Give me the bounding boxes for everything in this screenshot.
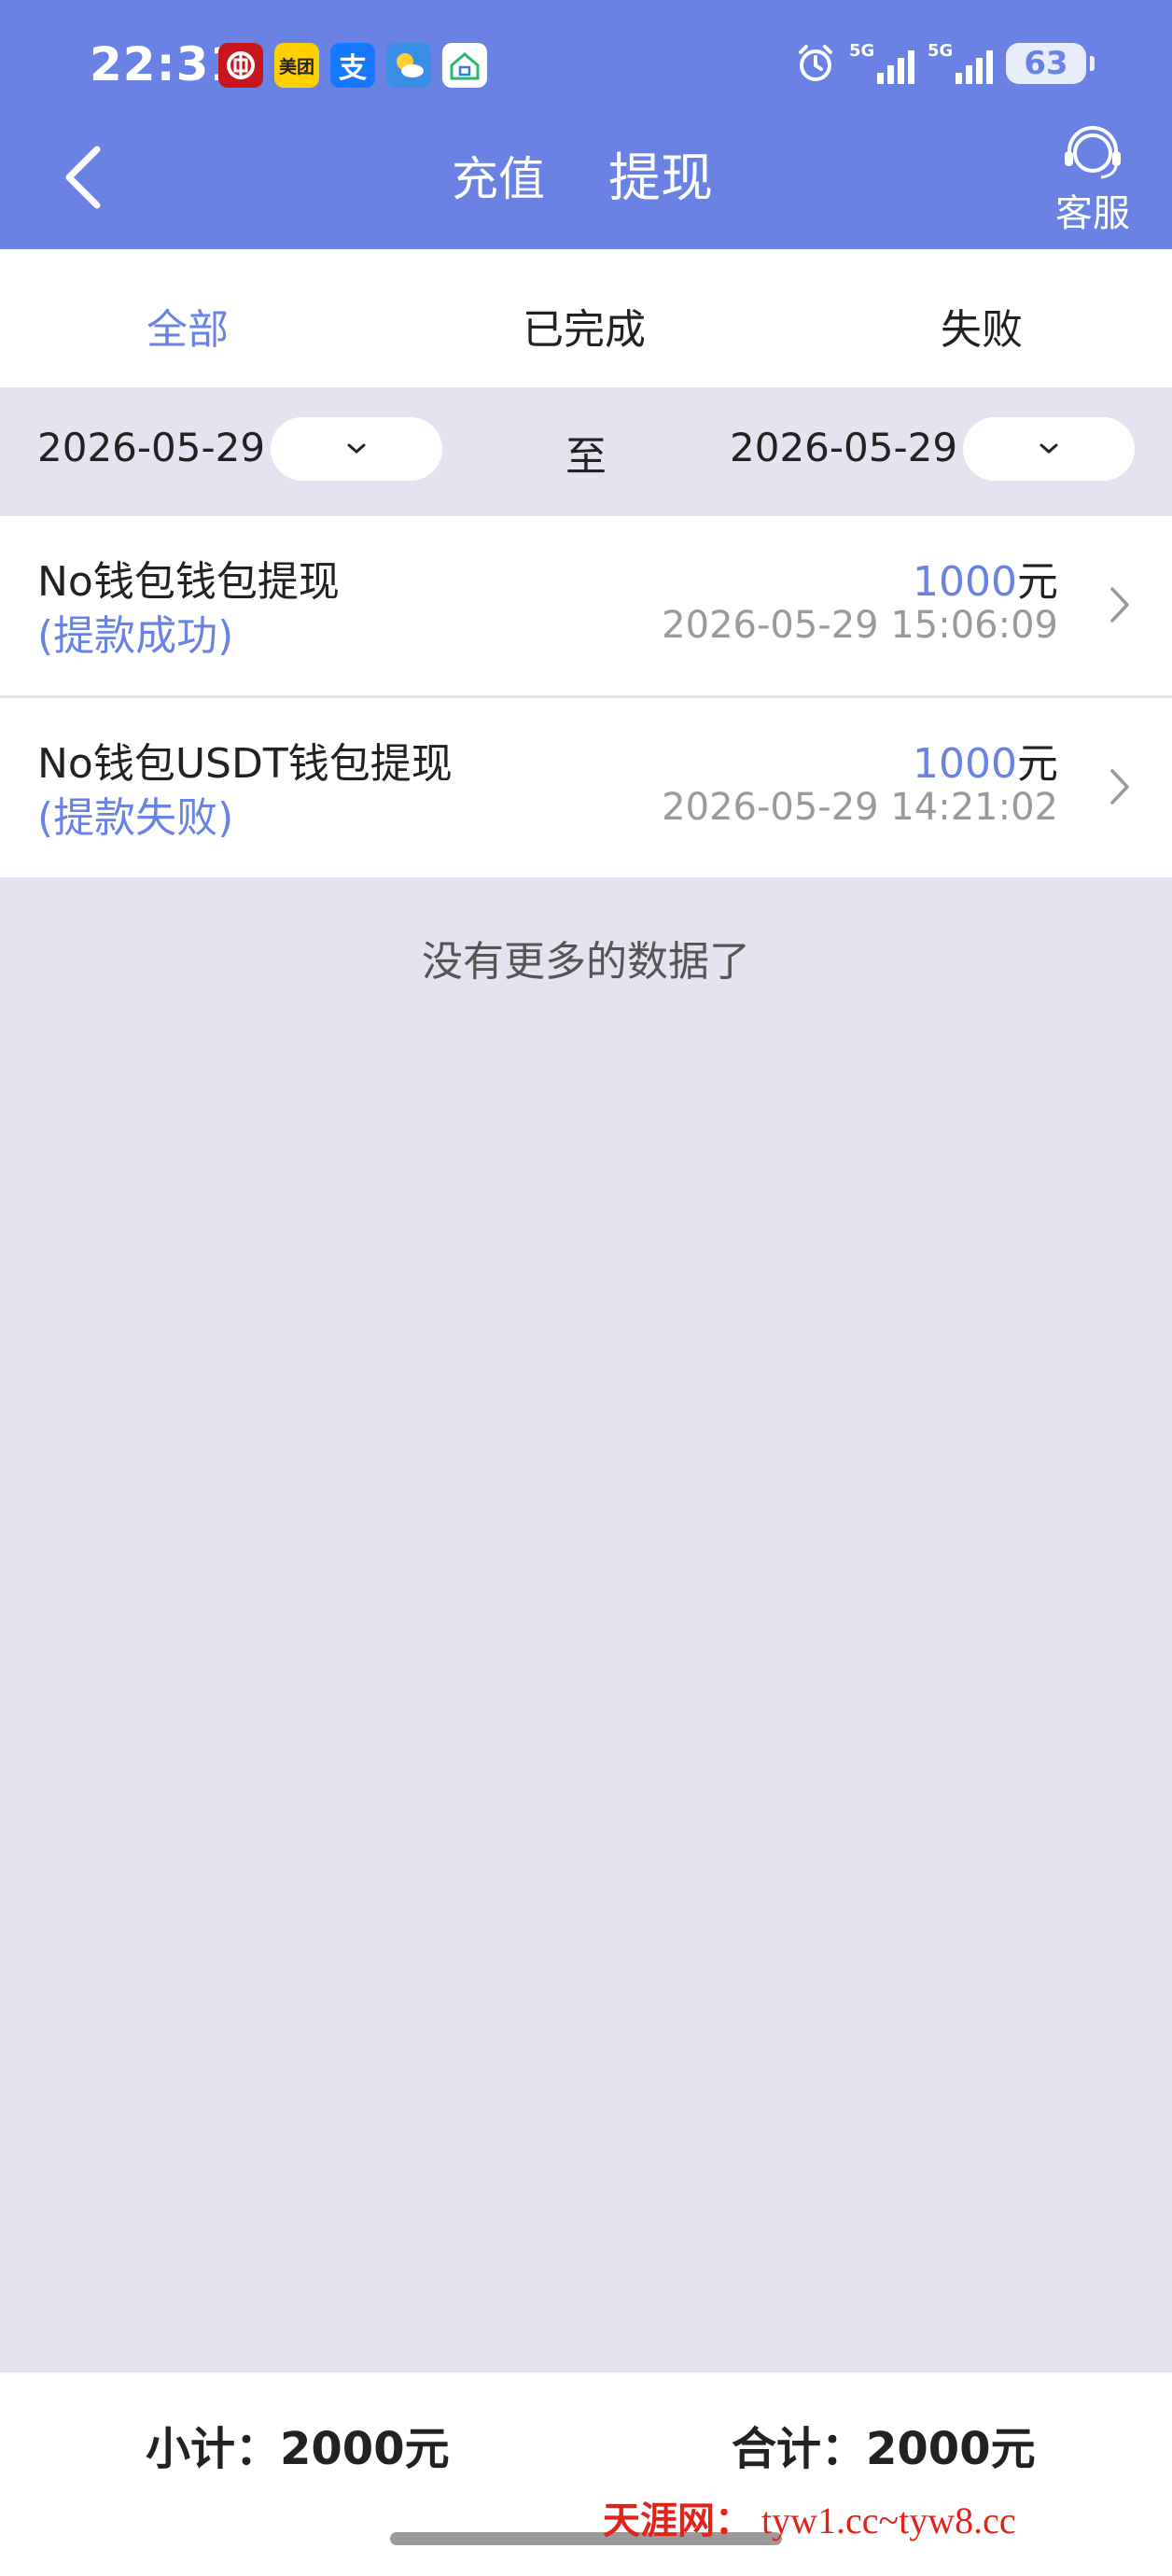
status-filter-tabs: 全部 已完成 失败: [0, 249, 1172, 387]
meituan-icon: 美团: [274, 43, 319, 88]
signal-2-icon: 5G: [928, 41, 993, 86]
signal-1-icon: 5G: [849, 41, 914, 86]
record-status: (提款失败): [37, 794, 234, 842]
customer-service-button[interactable]: 客服: [1047, 123, 1138, 237]
home-app-icon: [442, 43, 487, 88]
meituan-label: 美团: [278, 56, 314, 77]
chevron-right-icon: [1110, 587, 1129, 623]
date-from-value[interactable]: 2026-05-29: [37, 425, 265, 470]
watermark-urls: tyw1.cc~tyw8.cc: [761, 2499, 1016, 2541]
amount-value: 1000: [913, 740, 1017, 788]
weather-icon: [386, 43, 431, 88]
summary-footer: 小计：2000元 合计：2000元: [0, 2373, 1172, 2503]
record-title: No钱包钱包提现: [37, 558, 340, 606]
chevron-right-icon: [1110, 769, 1129, 805]
nav-tab-withdraw[interactable]: 提现: [608, 136, 713, 212]
bank-of-china-icon: [218, 43, 263, 88]
record-title: No钱包USDT钱包提现: [37, 740, 453, 788]
withdraw-record-list: No钱包钱包提现 (提款成功) 1000元 2026-05-29 15:06:0…: [0, 516, 1172, 877]
headset-icon: [1065, 126, 1121, 179]
list-item[interactable]: No钱包钱包提现 (提款成功) 1000元 2026-05-29 15:06:0…: [0, 516, 1172, 695]
battery-icon: 63: [1006, 43, 1095, 84]
date-filter: 2026-05-29 至 2026-05-29: [0, 387, 1172, 516]
alipay-icon: 支: [330, 43, 375, 88]
watermark-site: 天涯网：: [603, 2499, 752, 2541]
app-header: 22:31 美团 支 5G 5G 63 充值 提现 客服: [0, 0, 1172, 249]
network-2-label: 5G: [928, 41, 954, 61]
nav-tab-recharge[interactable]: 充值: [452, 142, 545, 209]
service-label: 客服: [1055, 192, 1130, 235]
battery-level: 63: [1024, 45, 1068, 82]
network-1-label: 5G: [849, 41, 875, 61]
tab-all[interactable]: 全部: [146, 296, 229, 356]
total: 合计：2000元: [732, 2423, 1036, 2475]
date-to-dropdown[interactable]: [963, 417, 1135, 481]
no-more-data-text: 没有更多的数据了: [422, 938, 750, 986]
status-right: 5G 5G 63: [795, 41, 1095, 86]
record-time: 2026-05-29 15:06:09: [662, 604, 1058, 647]
watermark: 天涯网： tyw1.cc~tyw8.cc: [603, 2490, 1016, 2544]
record-amount: 1000元: [913, 730, 1058, 790]
chevron-left-icon: [65, 146, 101, 209]
chevron-down-icon: [347, 443, 366, 454]
amount-unit: 元: [1017, 740, 1058, 788]
date-to-value[interactable]: 2026-05-29: [730, 425, 957, 470]
record-amount: 1000元: [913, 548, 1058, 608]
record-status: (提款成功): [37, 612, 234, 660]
tab-completed[interactable]: 已完成: [523, 296, 646, 356]
chevron-down-icon: [1039, 443, 1058, 454]
record-time: 2026-05-29 14:21:02: [662, 786, 1058, 829]
amount-unit: 元: [1017, 558, 1058, 606]
status-app-icons: 美团 支: [218, 43, 487, 88]
list-item[interactable]: No钱包USDT钱包提现 (提款失败) 1000元 2026-05-29 14:…: [0, 698, 1172, 877]
alipay-label: 支: [339, 52, 367, 85]
tab-failed[interactable]: 失败: [941, 296, 1023, 356]
alarm-icon: [799, 45, 832, 81]
amount-value: 1000: [913, 558, 1017, 606]
date-separator: 至: [565, 433, 607, 481]
date-from-dropdown[interactable]: [271, 417, 442, 481]
back-button[interactable]: [56, 140, 112, 215]
subtotal: 小计：2000元: [146, 2423, 450, 2475]
